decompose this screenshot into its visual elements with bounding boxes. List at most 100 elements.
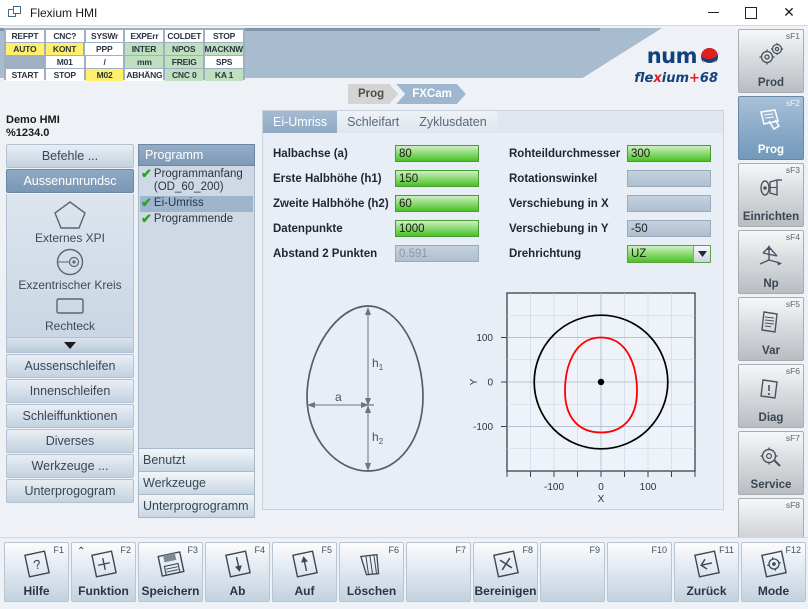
sidebar-item-befehle[interactable]: Befehle ... (6, 144, 134, 168)
parameter-select-drehrichtung[interactable]: UZ (627, 244, 711, 263)
left-menu-bottom: Aussenschleifen Innenschleifen Schleiffunk… (6, 354, 134, 503)
status-cell: PPP (85, 43, 124, 55)
program-footer-unterprogrogramm[interactable]: Unterprogrogramm (138, 495, 255, 518)
parameter-label-rohteildurchmesser: Rohteildurchmesser (509, 147, 621, 160)
minimize-icon[interactable] (694, 0, 732, 26)
parameter-label-drehrichtung: Drehrichtung (509, 247, 582, 260)
shape-scroll-down[interactable] (6, 338, 134, 353)
parameter-input-zweite-halbhohe-h2[interactable]: 60 (395, 195, 479, 212)
softkey-label: sF3 (785, 165, 800, 175)
function-key-loschen[interactable]: F6 Löschen (339, 542, 404, 602)
status-row: START STOP M02 ABHÄNG CNC 0 KA 1 (5, 69, 244, 81)
main-panel: Ei-Umriss Schleifart Zyklusdaten Halbachse… (262, 110, 724, 510)
function-key-auf[interactable]: F5 Auf (272, 542, 337, 602)
contour-plot: 100 0 -100 -100 0 100 X Y (469, 292, 696, 505)
softkey-label: sF2 (785, 98, 800, 108)
status-cell: ABHÄNG (125, 69, 164, 81)
program-step-label: Programmanfang (OD_60_200) (153, 168, 243, 193)
sidebar-item-schleiffunktionen[interactable]: Schleiffunktionen (6, 404, 134, 428)
program-footer-werkzeuge[interactable]: Werkzeuge (138, 472, 255, 495)
breadcrumb-item-fxcam[interactable]: FXCam (396, 84, 466, 104)
parameter-input-verschiebung-in-x[interactable] (627, 195, 711, 212)
brand-product: flexium+68 (634, 71, 718, 86)
program-footer-benutzt[interactable]: Benutzt (138, 449, 255, 472)
sidebar-item-innenschleifen[interactable]: Innenschleifen (6, 379, 134, 403)
shape-label: Externes XPI (34, 231, 106, 245)
shape-externes-xpi[interactable]: Externes XPI (7, 200, 133, 245)
sidebar-item-diverses[interactable]: Diverses (6, 429, 134, 453)
maximize-icon[interactable] (732, 0, 770, 26)
program-step-item[interactable]: ✔ Programmende (140, 212, 253, 228)
shape-label: Exzentrischer Kreis (18, 278, 122, 292)
function-key-funktion[interactable]: ⌃ F2 Funktion (71, 542, 136, 602)
sidebar-item-werkzeuge[interactable]: Werkzeuge ... (6, 454, 134, 478)
function-key-mode[interactable]: F12 Mode (741, 542, 806, 602)
parameter-label-erste-halbhohe-h1: Erste Halbhöhe (h1) (273, 172, 382, 185)
gear-wrench-icon (756, 432, 786, 479)
function-key-bereinigen[interactable]: F8 Bereinigen (473, 542, 538, 602)
parameter-row: Verschiebung in Y -50 (509, 218, 711, 239)
softkey-label: sF8 (785, 500, 800, 510)
sidebar-button-prod[interactable]: sF1 Prod (738, 29, 804, 93)
breadcrumb-item-prog[interactable]: Prog (348, 84, 398, 104)
function-key-text: Auf (294, 584, 315, 598)
status-cell: M02 (85, 69, 124, 81)
program-step-item[interactable]: ✔ Ei-Umriss (140, 196, 253, 212)
main-tabs: Ei-Umriss Schleifart Zyklusdaten (263, 111, 723, 133)
sidebar-item-aussenunrundschleifen[interactable]: Aussenunrundsc (6, 169, 134, 193)
function-key-text: Bereinigen (474, 584, 537, 598)
function-key-label: F5 (321, 545, 332, 555)
parameter-input-rohteildurchmesser[interactable]: 300 (627, 145, 711, 162)
function-key-ab[interactable]: F4 Ab (205, 542, 270, 602)
tab-zyklusdaten[interactable]: Zyklusdaten (409, 111, 497, 133)
function-key-zuruck[interactable]: F11 Zurück (674, 542, 739, 602)
parameter-input-erste-halbhohe-h1[interactable]: 150 (395, 170, 479, 187)
status-row: AUTO KONT PPP INTER NPOS MACKNW (5, 43, 244, 55)
shape-rechteck[interactable]: Rechteck (7, 294, 133, 333)
status-cell: REFPT (6, 30, 44, 42)
program-step-item[interactable]: ✔ Programmanfang (OD_60_200) (140, 167, 253, 196)
rectangle-icon (56, 298, 84, 314)
parameter-input-rotationswinkel[interactable] (627, 170, 711, 187)
xtick-label: 100 (640, 482, 657, 493)
sidebar-button-prog[interactable]: sF2 Prog (738, 96, 804, 160)
parameter-input-verschiebung-in-y[interactable]: -50 (627, 220, 711, 237)
parameter-label-datenpunkte: Datenpunkte (273, 222, 343, 235)
status-cell: EXPErr (125, 30, 164, 42)
function-key-hilfe[interactable]: F1? Hilfe (4, 542, 69, 602)
center-point (597, 378, 605, 386)
tab-schleifart[interactable]: Schleifart (337, 111, 410, 133)
document-list-icon (756, 298, 786, 345)
sidebar-item-aussenschleifen[interactable]: Aussenschleifen (6, 354, 134, 378)
parameter-label-abstand-2-punkten: Abstand 2 Punkten (273, 247, 378, 260)
softkey-label: sF5 (785, 299, 800, 309)
sidebar-button-diag[interactable]: sF6 Diag (738, 364, 804, 428)
sidebar-button-einrichten[interactable]: sF3 Einrichten (738, 163, 804, 227)
function-key-f10[interactable]: F10 (607, 542, 672, 602)
parameter-label-zweite-halbhohe-h2: Zweite Halbhöhe (h2) (273, 197, 389, 210)
parameter-input-halbachse-a[interactable]: 80 (395, 145, 479, 162)
label-a: a (335, 390, 342, 404)
function-key-text: Hilfe (23, 584, 50, 598)
checkmark-icon: ✔ (141, 211, 152, 226)
function-key-f7[interactable]: F7 (406, 542, 471, 602)
chevron-down-icon[interactable] (693, 245, 710, 262)
arrow-up-card-icon (288, 543, 322, 584)
function-key-text: Speichern (141, 584, 200, 598)
close-icon[interactable]: ✕ (770, 0, 808, 26)
sidebar-button-np[interactable]: sF4 Np (738, 230, 804, 294)
status-cell: KA 1 (205, 69, 243, 81)
function-key-f9[interactable]: F9 (540, 542, 605, 602)
parameter-input-datenpunkte[interactable]: 1000 (395, 220, 479, 237)
sidebar-item-unterprogogram[interactable]: Unterprogogram (6, 479, 134, 503)
shape-exzentrischer-kreis[interactable]: Exzentrischer Kreis (7, 247, 133, 292)
xtick-label: -100 (544, 482, 564, 493)
status-row: M01/mm FREIG SPS (5, 56, 244, 68)
sidebar-button-service[interactable]: sF7 Service (738, 431, 804, 495)
tab-ei-umriss[interactable]: Ei-Umriss (263, 111, 338, 133)
parameter-row: Verschiebung in X (509, 193, 711, 214)
function-key-speichern[interactable]: F3 Speichern (138, 542, 203, 602)
plus-card-icon (87, 543, 121, 584)
app-window-icon (8, 5, 22, 20)
sidebar-button-var[interactable]: sF5 Var (738, 297, 804, 361)
